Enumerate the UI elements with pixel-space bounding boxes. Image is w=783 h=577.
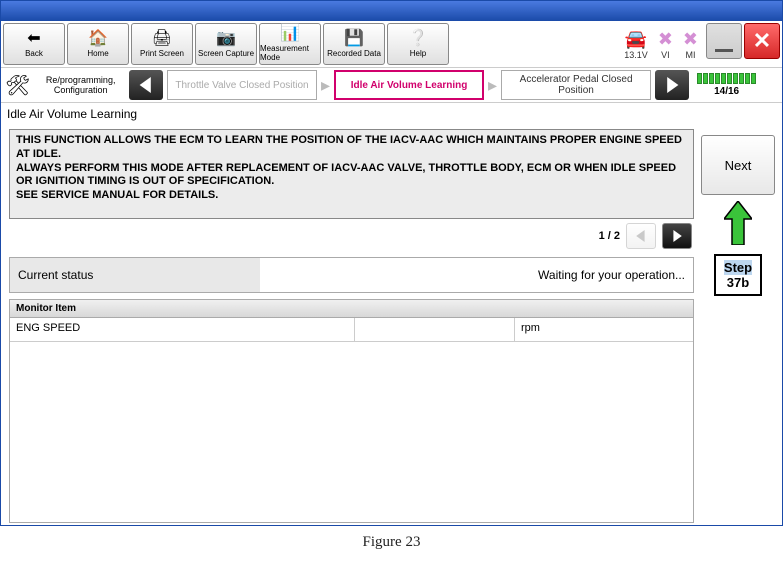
screen-capture-button[interactable]: 📷 Screen Capture xyxy=(195,23,257,65)
current-status-row: Current status Waiting for your operatio… xyxy=(9,257,694,293)
step-current-label: Idle Air Volume Learning xyxy=(351,80,468,91)
instruction-panel: THIS FUNCTION ALLOWS THE ECM TO LEARN TH… xyxy=(9,129,694,219)
instruction-text: THIS FUNCTION ALLOWS THE ECM TO LEARN TH… xyxy=(16,134,687,203)
voltage-status: 🚘 13.1V xyxy=(624,29,648,60)
pager: 1 / 2 xyxy=(5,221,698,251)
close-button[interactable]: ✕ xyxy=(744,23,780,59)
monitor-header: Monitor Item xyxy=(9,299,694,318)
monitor-empty-area xyxy=(10,342,693,522)
config-link[interactable]: 🛠 Re/programming, Configuration xyxy=(5,73,125,98)
print-label: Print Screen xyxy=(140,49,184,58)
step-next-button[interactable] xyxy=(655,70,689,100)
home-icon: 🏠 xyxy=(88,31,108,47)
next-button[interactable]: Next xyxy=(701,135,775,195)
car-icon: 🚘 xyxy=(625,29,647,50)
vi-status: ✖ VI xyxy=(658,29,673,60)
step-next-label: Accelerator Pedal Closed Position xyxy=(502,74,650,96)
monitor-item-value xyxy=(355,318,515,342)
chevron-right-icon: ▸ xyxy=(488,75,497,96)
gauge-icon: 📊 xyxy=(280,26,300,42)
step-breadcrumb: 🛠 Re/programming, Configuration Throttle… xyxy=(1,68,782,103)
pager-prev-button[interactable] xyxy=(626,223,656,249)
current-status-label: Current status xyxy=(10,258,260,292)
callout-line1: Step xyxy=(724,260,752,275)
camera-icon: 📷 xyxy=(216,31,236,47)
pager-label: 1 / 2 xyxy=(599,230,620,242)
config-icon: 🛠 xyxy=(5,73,30,98)
app-window: ⬅ Back 🏠 Home 🖨 Print Screen 📷 Screen Ca… xyxy=(0,0,783,526)
status-cluster: 🚘 13.1V ✖ VI ✖ MI xyxy=(618,23,704,65)
recorded-data-button[interactable]: 💾 Recorded Data xyxy=(323,23,385,65)
minimize-icon xyxy=(715,49,733,52)
step-prev-button[interactable] xyxy=(129,70,163,100)
vi-label: VI xyxy=(661,50,670,60)
measurement-mode-button[interactable]: 📊 Measurement Mode xyxy=(259,23,321,65)
record-icon: 💾 xyxy=(344,31,364,47)
next-button-label: Next xyxy=(725,158,752,173)
mi-label: MI xyxy=(685,50,695,60)
triangle-right-icon xyxy=(664,77,680,93)
title-bar xyxy=(1,1,782,21)
figure-caption: Figure 23 xyxy=(0,526,783,553)
current-status-value: Waiting for your operation... xyxy=(260,258,693,292)
home-button[interactable]: 🏠 Home xyxy=(67,23,129,65)
callout-arrow-icon xyxy=(724,201,752,248)
vi-cross-icon: ✖ xyxy=(658,29,673,50)
main-column: THIS FUNCTION ALLOWS THE ECM TO LEARN TH… xyxy=(5,127,698,523)
mi-status: ✖ MI xyxy=(683,29,698,60)
measurement-label: Measurement Mode xyxy=(260,44,320,62)
printer-icon: 🖨 xyxy=(152,31,172,47)
close-icon: ✕ xyxy=(753,28,771,54)
callout-line2: 37b xyxy=(727,275,749,290)
main-toolbar: ⬅ Back 🏠 Home 🖨 Print Screen 📷 Screen Ca… xyxy=(1,21,782,68)
step-current: Idle Air Volume Learning xyxy=(334,70,484,100)
recorded-label: Recorded Data xyxy=(327,49,381,58)
progress-text: 14/16 xyxy=(714,86,739,97)
monitor-table: ENG SPEED rpm xyxy=(9,318,694,523)
side-column: Next Step 37b xyxy=(698,127,778,296)
table-row: ENG SPEED rpm xyxy=(10,318,693,342)
step-prev: Throttle Valve Closed Position xyxy=(167,70,317,100)
step-prev-label: Throttle Valve Closed Position xyxy=(175,80,308,91)
triangle-left-icon xyxy=(138,77,154,93)
chevron-right-icon: ▸ xyxy=(321,75,330,96)
step-next: Accelerator Pedal Closed Position xyxy=(501,70,651,100)
print-screen-button[interactable]: 🖨 Print Screen xyxy=(131,23,193,65)
monitor-item-name: ENG SPEED xyxy=(10,318,355,342)
voltage-value: 13.1V xyxy=(624,50,648,60)
monitor-item-unit: rpm xyxy=(515,318,693,342)
pager-next-button[interactable] xyxy=(662,223,692,249)
help-button[interactable]: ❔ Help xyxy=(387,23,449,65)
triangle-right-icon xyxy=(671,230,683,242)
back-button[interactable]: ⬅ Back xyxy=(3,23,65,65)
page-title: Idle Air Volume Learning xyxy=(1,103,782,125)
config-label: Re/programming, Configuration xyxy=(36,75,125,95)
progress-bars-icon xyxy=(697,73,756,84)
back-label: Back xyxy=(25,49,43,58)
capture-label: Screen Capture xyxy=(198,49,254,58)
minimize-button[interactable] xyxy=(706,23,742,59)
help-label: Help xyxy=(410,49,426,58)
progress-indicator: 14/16 xyxy=(697,73,756,97)
mi-cross-icon: ✖ xyxy=(683,29,698,50)
back-arrow-icon: ⬅ xyxy=(27,31,40,47)
help-icon: ❔ xyxy=(408,31,428,47)
home-label: Home xyxy=(87,49,108,58)
triangle-left-icon xyxy=(635,230,647,242)
callout-box: Step 37b xyxy=(714,254,762,296)
